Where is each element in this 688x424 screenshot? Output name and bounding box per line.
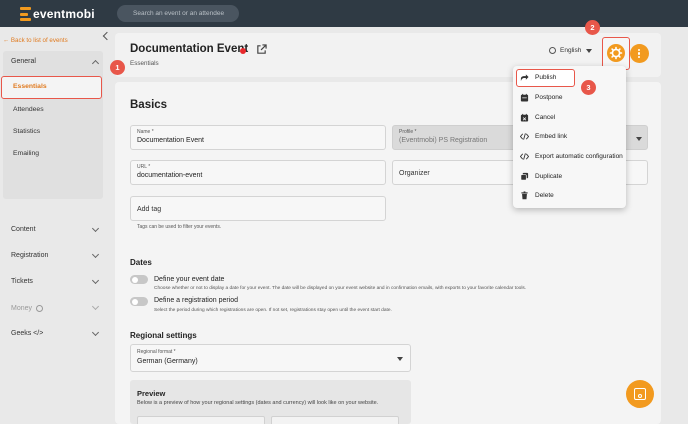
event-date-description: Choose whether or not to display a date …	[154, 286, 527, 291]
tag-input[interactable]: Add tag	[130, 196, 386, 221]
sidebar-item-label: Essentials	[13, 83, 47, 90]
back-link-label: Back to list of events	[10, 37, 68, 44]
search-input[interactable]: Search an event or an attendee	[117, 5, 239, 22]
url-value: documentation-event	[137, 172, 203, 179]
external-link-icon[interactable]	[256, 44, 267, 55]
language-label: English	[560, 47, 582, 54]
menu-item-label: Delete	[535, 192, 554, 199]
registration-period-description: Select the period during which registrat…	[154, 308, 392, 313]
section-title-dates: Dates	[130, 258, 152, 267]
menu-item-cancel[interactable]: Cancel	[513, 109, 626, 127]
preview-date-box	[137, 416, 265, 424]
page-title: Documentation Event	[130, 43, 249, 55]
sidebar-item-attendees[interactable]: Attendees	[13, 106, 44, 113]
step-badge-1: 1	[110, 60, 125, 75]
name-field[interactable]: Name * Documentation Event	[130, 125, 386, 150]
registration-period-label: Define a registration period	[154, 297, 239, 304]
menu-item-label: Embed link	[535, 133, 568, 140]
globe-icon	[549, 47, 556, 54]
code-icon	[520, 153, 529, 160]
more-options-button[interactable]	[630, 44, 649, 63]
url-label: URL *	[137, 164, 151, 170]
sidebar-item-content[interactable]: Content	[11, 226, 36, 233]
registration-period-toggle[interactable]	[130, 297, 148, 306]
menu-item-publish[interactable]: Publish	[513, 69, 626, 87]
regional-preview: Preview Below is a preview of how your r…	[130, 380, 411, 424]
tag-hint: Tags can be used to filter your events.	[137, 224, 222, 230]
calendar-x-icon	[520, 113, 529, 122]
chevron-down-icon[interactable]	[91, 250, 100, 259]
menu-item-export-configuration[interactable]: Export automatic configuration	[513, 148, 626, 166]
menu-item-postpone[interactable]: Postpone	[513, 89, 626, 107]
back-link[interactable]: ← Back to list of events	[3, 37, 68, 44]
sidebar-item-registration[interactable]: Registration	[11, 252, 48, 259]
sidebar-group-general	[3, 51, 103, 199]
chevron-down-icon[interactable]	[91, 276, 100, 285]
caret-down-icon	[586, 48, 593, 53]
menu-item-label: Duplicate	[535, 173, 563, 180]
name-value: Documentation Event	[137, 137, 204, 144]
code-icon	[520, 133, 529, 140]
regional-format-value: German (Germany)	[137, 358, 198, 365]
sidebar-item-essentials[interactable]: Essentials	[1, 76, 102, 99]
chevron-down-icon[interactable]	[91, 224, 100, 233]
preview-description: Below is a preview of how your regional …	[137, 400, 379, 406]
menu-item-delete[interactable]: Delete	[513, 187, 626, 205]
menu-item-label: Postpone	[535, 94, 563, 101]
trash-icon	[521, 191, 528, 200]
preview-currency-box	[271, 416, 399, 424]
brand-name: eventmobi	[33, 7, 95, 21]
menu-item-label: Export automatic configuration	[535, 153, 623, 160]
chevron-down-icon[interactable]	[91, 328, 100, 337]
sidebar-item-general[interactable]: General	[11, 58, 36, 65]
preview-title: Preview	[137, 389, 166, 398]
sidebar-item-emailing[interactable]: Emailing	[13, 150, 39, 157]
sidebar-item-geeks[interactable]: Geeks </>	[11, 330, 43, 337]
copy-icon	[520, 172, 529, 181]
sidebar: ← Back to list of events General Essenti…	[0, 27, 108, 424]
url-field[interactable]: URL * documentation-event	[130, 160, 386, 185]
sidebar-item-money: Money	[11, 305, 33, 312]
regional-format-select[interactable]: Regional format * German (Germany)	[130, 344, 411, 372]
step-badge-3: 3	[581, 80, 596, 95]
sidebar-item-statistics[interactable]: Statistics	[13, 128, 40, 135]
caret-down-icon	[636, 137, 642, 141]
menu-item-label: Publish	[535, 74, 557, 81]
top-bar: eventmobi Search an event or an attendee	[0, 0, 688, 27]
save-icon	[634, 388, 646, 400]
chevron-down-icon	[91, 302, 100, 311]
step-badge-2: 2	[585, 20, 600, 35]
save-button[interactable]	[626, 380, 654, 408]
event-date-label: Define your event date	[154, 276, 225, 283]
event-date-toggle[interactable]	[130, 275, 148, 284]
regional-format-label: Regional format *	[137, 349, 176, 355]
section-title-basics: Basics	[130, 99, 168, 111]
profile-label: Profile *	[399, 129, 417, 135]
brand-logo[interactable]: eventmobi	[20, 6, 95, 22]
settings-menu: Publish Postpone Cancel Embed link Expor…	[513, 66, 626, 208]
calendar-icon	[520, 93, 529, 102]
breadcrumb: Essentials	[130, 60, 159, 67]
caret-down-icon	[397, 357, 403, 361]
disabled-icon	[36, 305, 43, 312]
menu-item-embed-link[interactable]: Embed link	[513, 128, 626, 146]
language-selector[interactable]: English	[549, 47, 593, 54]
section-title-regional: Regional settings	[130, 331, 197, 340]
share-arrow-icon	[520, 74, 529, 82]
profile-value: (Eventmobi) PS Registration	[399, 137, 488, 144]
tag-placeholder: Add tag	[137, 206, 162, 213]
name-label: Name *	[137, 129, 154, 135]
sidebar-item-tickets[interactable]: Tickets	[11, 278, 33, 285]
menu-item-duplicate[interactable]: Duplicate	[513, 168, 626, 186]
status-dot	[240, 48, 246, 54]
organizer-placeholder: Organizer	[399, 170, 430, 177]
menu-item-label: Cancel	[535, 114, 556, 121]
gear-icon	[607, 44, 625, 62]
brand-mark-icon	[20, 7, 31, 21]
